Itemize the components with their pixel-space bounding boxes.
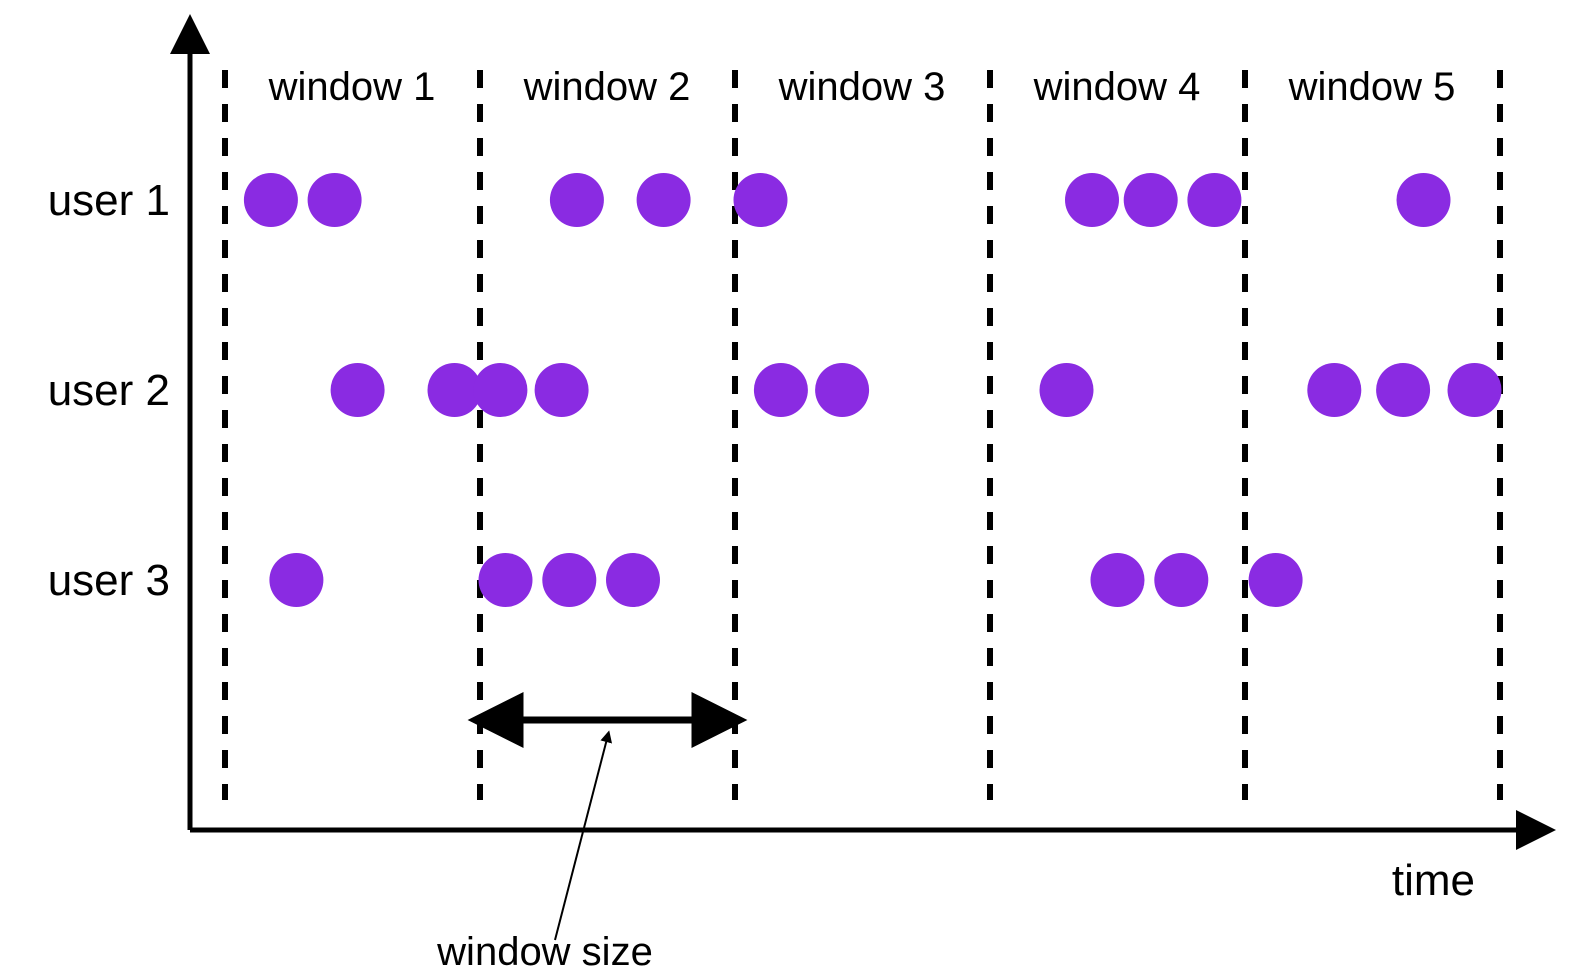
window-5-label: window 5 [1288, 65, 1456, 109]
event-dot [754, 363, 808, 417]
event-dot [734, 173, 788, 227]
window-1-label: window 1 [268, 65, 436, 109]
axes [190, 30, 1540, 830]
event-dot [1065, 173, 1119, 227]
event-dot [637, 173, 691, 227]
window-size-label: window size [436, 930, 653, 974]
event-dot [535, 363, 589, 417]
event-dot [269, 553, 323, 607]
event-dot [550, 173, 604, 227]
event-dot [1154, 553, 1208, 607]
user-labels: user 1 user 2 user 3 [48, 176, 170, 605]
event-dot [1307, 363, 1361, 417]
window-labels: window 1 window 2 window 3 window 4 wind… [268, 65, 1456, 109]
window-size-pointer [555, 735, 608, 940]
user-2-label: user 2 [48, 366, 170, 415]
x-axis-label: time [1392, 856, 1475, 905]
window-3-label: window 3 [778, 65, 946, 109]
event-dot [1040, 363, 1094, 417]
event-dot [1249, 553, 1303, 607]
window-dividers [225, 70, 1500, 800]
event-dot [331, 363, 385, 417]
event-dot [1091, 553, 1145, 607]
window-4-label: window 4 [1033, 65, 1201, 109]
event-dot [473, 363, 527, 417]
timeline-diagram: window 1 window 2 window 3 window 4 wind… [0, 0, 1592, 978]
event-dot [1376, 363, 1430, 417]
event-dot [244, 173, 298, 227]
event-dot [1397, 173, 1451, 227]
window-2-label: window 2 [523, 65, 691, 109]
event-dot [606, 553, 660, 607]
event-dot [1187, 173, 1241, 227]
event-dot [815, 363, 869, 417]
user-3-label: user 3 [48, 556, 170, 605]
event-dot [308, 173, 362, 227]
user-1-label: user 1 [48, 176, 170, 225]
event-dots [244, 173, 1502, 607]
event-dot [542, 553, 596, 607]
event-dot [1124, 173, 1178, 227]
event-dot [1448, 363, 1502, 417]
event-dot [479, 553, 533, 607]
